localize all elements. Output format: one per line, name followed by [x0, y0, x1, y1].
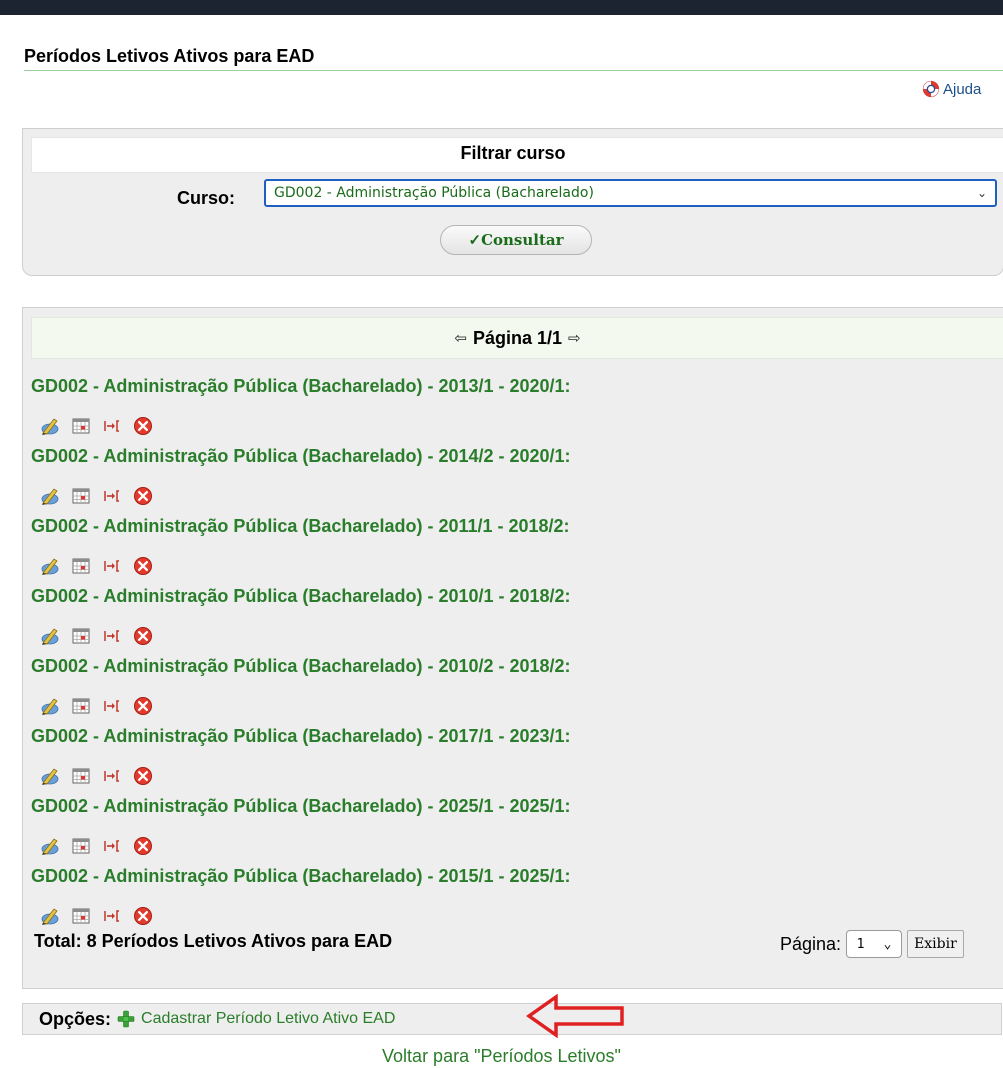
page-select[interactable]: 1 ⌄: [846, 930, 903, 958]
move-icon[interactable]: [101, 626, 123, 646]
help-label: Ajuda: [943, 80, 982, 98]
red-callout-arrow: [526, 994, 624, 1038]
calendar-icon[interactable]: [70, 836, 92, 856]
next-page-icon[interactable]: ⇨: [568, 329, 581, 347]
list-item-title: GD002 - Administração Pública (Bacharela…: [31, 376, 571, 396]
list-item: GD002 - Administração Pública (Bacharela…: [31, 446, 991, 516]
edit-icon[interactable]: [39, 906, 61, 926]
edit-icon[interactable]: [39, 696, 61, 716]
options-bar: Opções: Cadastrar Período Letivo Ativo E…: [22, 1003, 1002, 1035]
list-item: GD002 - Administração Pública (Bacharela…: [31, 516, 991, 586]
list-item: GD002 - Administração Pública (Bacharela…: [31, 376, 991, 446]
move-icon[interactable]: [101, 416, 123, 436]
add-periodo-link[interactable]: Cadastrar Período Letivo Ativo EAD: [141, 1010, 395, 1028]
delete-icon[interactable]: [132, 906, 154, 926]
row-actions: [39, 696, 154, 716]
list-item-title: GD002 - Administração Pública (Bacharela…: [31, 446, 571, 466]
row-actions: [39, 416, 154, 436]
delete-icon[interactable]: [132, 696, 154, 716]
move-icon[interactable]: [101, 486, 123, 506]
total-count: Total: 8 Períodos Letivos Ativos para EA…: [34, 931, 393, 951]
results-list: GD002 - Administração Pública (Bacharela…: [31, 376, 991, 936]
move-icon[interactable]: [101, 766, 123, 786]
edit-icon[interactable]: [39, 836, 61, 856]
prev-page-icon[interactable]: ⇦: [454, 329, 467, 347]
list-item-title: GD002 - Administração Pública (Bacharela…: [31, 726, 571, 746]
calendar-icon[interactable]: [70, 766, 92, 786]
pager-label: Página 1/1: [472, 327, 563, 348]
list-item-title: GD002 - Administração Pública (Bacharela…: [31, 866, 571, 886]
exibir-button[interactable]: Exibir: [907, 930, 964, 958]
curso-select-value: GD002 - Administração Pública (Bacharela…: [274, 185, 594, 201]
lifebuoy-icon: [922, 80, 940, 98]
calendar-icon[interactable]: [70, 696, 92, 716]
calendar-icon[interactable]: [70, 486, 92, 506]
help-link[interactable]: Ajuda: [922, 80, 981, 98]
row-actions: [39, 836, 154, 856]
row-actions: [39, 766, 154, 786]
calendar-icon[interactable]: [70, 906, 92, 926]
edit-icon[interactable]: [39, 416, 61, 436]
chevron-down-icon: ⌄: [976, 186, 987, 200]
delete-icon[interactable]: [132, 556, 154, 576]
delete-icon[interactable]: [132, 486, 154, 506]
page-label: Página:: [780, 933, 842, 954]
row-actions: [39, 486, 154, 506]
move-icon[interactable]: [101, 906, 123, 926]
page-title: Períodos Letivos Ativos para EAD: [24, 46, 315, 66]
list-item: GD002 - Administração Pública (Bacharela…: [31, 656, 991, 726]
curso-label: Curso:: [177, 188, 235, 208]
list-item-title: GD002 - Administração Pública (Bacharela…: [31, 796, 571, 816]
edit-icon[interactable]: [39, 766, 61, 786]
list-item-title: GD002 - Administração Pública (Bacharela…: [31, 586, 571, 606]
row-actions: [39, 626, 154, 646]
move-icon[interactable]: [101, 696, 123, 716]
list-item: GD002 - Administração Pública (Bacharela…: [31, 796, 991, 866]
curso-select[interactable]: GD002 - Administração Pública (Bacharela…: [264, 179, 997, 207]
list-item-title: GD002 - Administração Pública (Bacharela…: [31, 516, 570, 536]
filter-title: Filtrar curso: [460, 143, 566, 163]
plus-icon[interactable]: [117, 1010, 135, 1028]
row-actions: [39, 906, 154, 926]
pager-bar: ⇦ Página 1/1 ⇨: [31, 317, 1003, 359]
filter-panel: Filtrar curso Curso: GD002 - Administraç…: [22, 128, 1003, 276]
row-actions: [39, 556, 154, 576]
check-icon: ✓: [468, 231, 482, 249]
calendar-icon[interactable]: [70, 416, 92, 436]
edit-icon[interactable]: [39, 556, 61, 576]
page-select-value: 1: [856, 936, 865, 952]
top-bar: [0, 0, 1003, 15]
consultar-label: Consultar: [481, 231, 564, 249]
options-label: Opções:: [39, 1008, 112, 1029]
calendar-icon[interactable]: [70, 556, 92, 576]
list-item: GD002 - Administração Pública (Bacharela…: [31, 726, 991, 796]
move-icon[interactable]: [101, 836, 123, 856]
delete-icon[interactable]: [132, 766, 154, 786]
back-link[interactable]: Voltar para "Períodos Letivos": [0, 1046, 1003, 1067]
list-item-title: GD002 - Administração Pública (Bacharela…: [31, 656, 571, 676]
move-icon[interactable]: [101, 556, 123, 576]
title-divider: [24, 70, 1003, 71]
results-panel: ⇦ Página 1/1 ⇨ GD002 - Administração Púb…: [22, 307, 1003, 989]
delete-icon[interactable]: [132, 626, 154, 646]
list-item: GD002 - Administração Pública (Bacharela…: [31, 586, 991, 656]
delete-icon[interactable]: [132, 416, 154, 436]
chevron-down-icon: ⌄: [883, 936, 892, 952]
consultar-button[interactable]: ✓ Consultar: [440, 225, 592, 255]
delete-icon[interactable]: [132, 836, 154, 856]
pagination-controls: Página: 1 ⌄ Exibir: [780, 930, 964, 958]
list-item: GD002 - Administração Pública (Bacharela…: [31, 866, 991, 936]
calendar-icon[interactable]: [70, 626, 92, 646]
edit-icon[interactable]: [39, 486, 61, 506]
edit-icon[interactable]: [39, 626, 61, 646]
